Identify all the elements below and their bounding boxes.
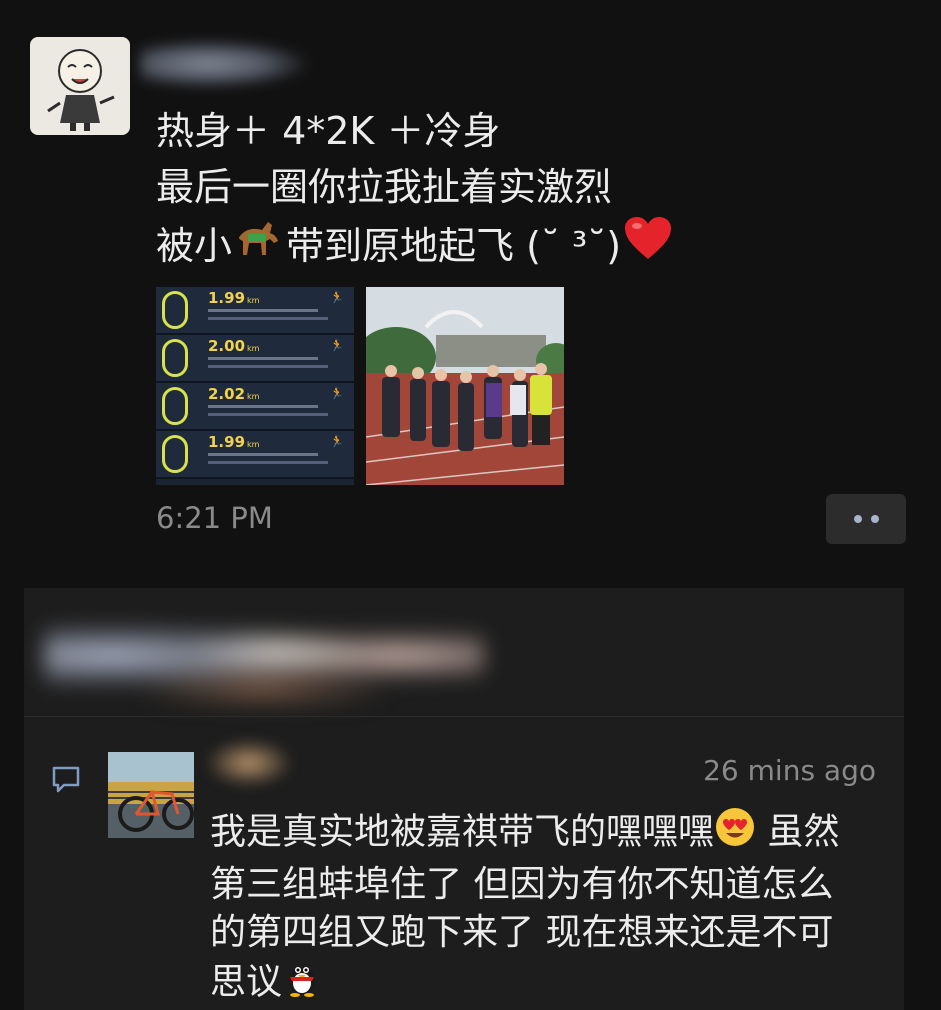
penguin-icon — [282, 957, 322, 1010]
post-line-2: 最后一圈你拉我扯着实激烈 — [156, 165, 613, 209]
comments-panel: 26 mins ago 我是真实地被嘉祺带飞的嘿嘿嘿 虽然 第三组蚌埠住了 但因… — [24, 588, 904, 1010]
runner-icon: 🏃 — [330, 435, 344, 448]
comment-line-1: 我是真实地被嘉祺带飞的嘿嘿嘿 虽然 — [210, 806, 890, 861]
comment-line-4-text: 思议 — [210, 961, 283, 1003]
dot-icon — [853, 515, 862, 523]
run-record-row: 1.99 km 🏃 — [156, 287, 354, 335]
post-timestamp: 6:21 PM — [156, 501, 273, 535]
runner-icon: 🏃 — [330, 387, 344, 400]
author-avatar[interactable] — [30, 37, 130, 135]
run-distance: 2.02 — [208, 385, 246, 403]
run-record-row: 2.00 km 🏃 — [156, 335, 354, 383]
likes-list-blurred — [44, 608, 484, 703]
bicycle-photo — [108, 752, 194, 838]
author-name-blurred[interactable] — [140, 40, 310, 88]
commenter-avatar[interactable] — [108, 752, 194, 838]
comment-icon — [50, 763, 82, 795]
comment-line-1-end: 虽然 — [756, 811, 840, 853]
run-records-thumbnail[interactable]: 1.99 km 🏃 2.00 km 🏃 2.02 km 🏃 1.99 km 🏃 — [156, 287, 354, 485]
post-line-3: 被小 带到原地起飞 (˘ ³˘) — [156, 215, 856, 276]
divider — [24, 716, 904, 717]
runner-icon: 🏃 — [330, 339, 344, 352]
post-line-3-end: 带到原地起飞 (˘ ³˘) — [286, 223, 622, 268]
group-photo-thumbnail[interactable] — [366, 287, 564, 485]
comment-line-4: 思议 — [210, 957, 890, 1010]
post-line-1: 热身＋ 4*2K ＋冷身 — [156, 109, 501, 153]
heart-eyes-icon — [714, 806, 756, 861]
more-actions-button[interactable] — [826, 494, 906, 544]
run-distance: 1.99 — [208, 433, 246, 451]
commenter-name-blurred[interactable] — [204, 738, 294, 788]
group-photo — [366, 287, 564, 485]
comment-line-2: 第三组蚌埠住了 但因为有你不知道怎么 — [210, 864, 834, 905]
comment-time: 26 mins ago — [703, 754, 876, 787]
comment-text: 我是真实地被嘉祺带飞的嘿嘿嘿 虽然 第三组蚌埠住了 但因为有你不知道怎么 的第四… — [210, 806, 890, 1010]
dot-icon — [870, 515, 879, 523]
runner-icon: 🏃 — [330, 291, 344, 304]
moment-post: 热身＋ 4*2K ＋冷身 最后一圈你拉我扯着实激烈 被小 带到原地起飞 (˘ ³… — [0, 0, 941, 580]
run-record-row: 1.99 km 🏃 — [156, 431, 354, 479]
run-distance: 1.99 — [208, 289, 246, 307]
post-line-3-start: 被小 — [156, 223, 233, 268]
comment-line-1-start: 我是真实地被嘉祺带飞的嘿嘿嘿 — [210, 811, 715, 853]
comment-line-3: 的第四组又跑下来了 现在想来还是不可 — [210, 912, 834, 953]
post-content: 热身＋ 4*2K ＋冷身 最后一圈你拉我扯着实激烈 被小 带到原地起飞 (˘ ³… — [156, 103, 856, 276]
horse-icon — [234, 216, 284, 275]
red-heart-icon — [623, 215, 673, 276]
run-distance: 2.00 — [208, 337, 246, 355]
run-record-row: 2.02 km 🏃 — [156, 383, 354, 431]
monk-cartoon-icon — [47, 49, 115, 131]
